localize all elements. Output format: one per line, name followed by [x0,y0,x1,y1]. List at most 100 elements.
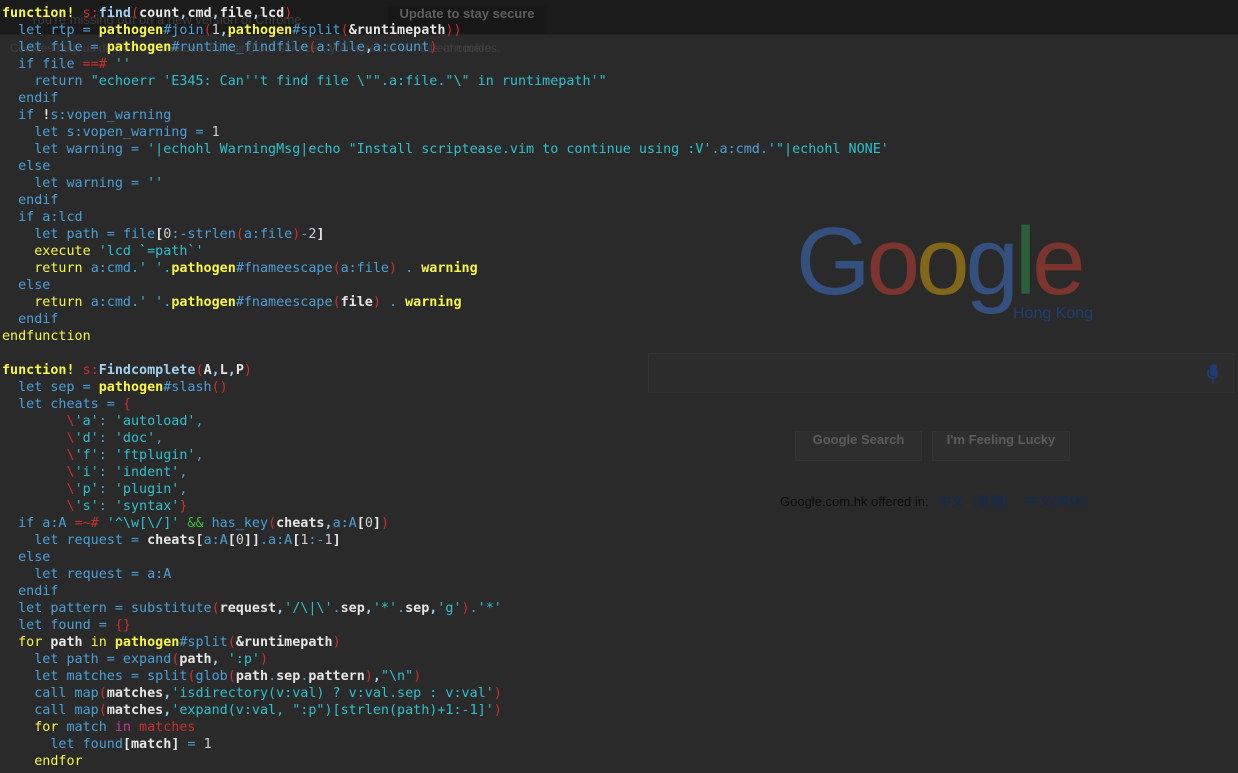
code-token: '' [147,176,164,191]
code-token: a:file [243,227,293,242]
code-token: ( [203,23,212,38]
code-token: 'expand(v:val, ":p")[strlen(path)+1:-1]' [171,703,494,718]
code-token: ) [243,363,252,378]
code-token: ) [461,601,470,616]
code-line: let request = a:A [2,566,1238,583]
code-token: let request = [2,533,148,548]
code-token: \ [2,465,75,480]
code-token: , [211,652,220,667]
code-token: , [195,448,204,463]
code-token: ==# [82,57,107,72]
code-token: #fnameescape [235,261,333,276]
code-line: if !s:vopen_warning [2,107,1238,124]
code-token: path [50,635,83,650]
code-token: ] [332,533,341,548]
code-token: ) [429,40,438,55]
code-token: let rtp = [2,23,99,38]
code-token: in [114,720,131,735]
code-token: file [122,227,156,242]
code-token: : [98,448,115,463]
code-token: ( [332,295,341,310]
code-token: pathogen [106,40,172,55]
code-token: ) [413,669,422,684]
code-line: call map(matches,'isdirectory(v:val) ? v… [2,685,1238,702]
code-token: s: [82,363,99,378]
code-token: a:cmd [90,261,131,276]
code-token: pathogen [227,23,293,38]
code-token: \ [2,482,75,497]
code-token: execute [2,244,99,259]
code-token: endif [2,91,59,106]
code-token: ] [316,227,325,242]
code-token: 'autoload' [114,414,196,429]
code-token: , [227,363,236,378]
code-token: else [2,159,51,174]
code-token: a:file [340,261,389,276]
code-token: 'plugin' [114,482,180,497]
code-token: call map [2,703,99,718]
code-token: matches [106,703,164,718]
code-token: L [219,363,228,378]
code-line: let cheats = { [2,396,1238,413]
code-token: let path = expand [2,652,172,667]
code-token: sep [276,669,301,684]
code-token: .' '. [131,295,172,310]
code-token: pathogen [98,23,164,38]
code-token: function! [2,6,75,21]
code-line: else [2,158,1238,175]
code-line: for match in matches [2,719,1238,736]
code-token: ) [260,652,269,667]
code-line: let matches = split(glob(path.sep.patter… [2,668,1238,685]
code-token: : [98,414,115,429]
vim-code-editor[interactable]: function! s:find(count,cmd,file,lcd) let… [2,5,1238,773]
code-token: sep [340,601,365,616]
code-token: pathogen [114,635,180,650]
code-token: P [235,363,244,378]
code-token: 0 [364,516,373,531]
code-token: : [98,431,115,446]
code-token: ) [380,516,389,531]
code-token: {} [114,618,131,633]
code-token: 'lcd `=path`' [98,244,204,259]
code-token: '^\w[\/]' [98,516,180,531]
code-token: pathogen [171,295,236,310]
code-token: )) [445,23,462,38]
code-token: let sep = [2,380,99,395]
code-token: a:count [372,40,430,55]
code-token: [ [356,516,365,531]
code-line: \'f': 'ftplugin', [2,447,1238,464]
code-token: , [179,482,188,497]
code-token: 1 [203,737,212,752]
code-token: , [219,23,228,38]
code-token: = [179,737,204,752]
code-token: request [219,601,277,616]
code-line: let found = {} [2,617,1238,634]
code-token: endif [2,193,59,208]
code-line: let rtp = pathogen#join(1,pathogen#split… [2,22,1238,39]
code-line: for path in pathogen#split(&runtimepath) [2,634,1238,651]
code-token: 0 [235,533,244,548]
code-line: let found[match] = 1 [2,736,1238,753]
code-token: , [364,40,373,55]
code-token: 'i' [74,465,99,480]
code-token: lcd [260,6,285,21]
code-token: 's' [74,499,99,514]
code-token: , [251,6,260,21]
code-token: &runtimepath [348,23,446,38]
code-token: = [82,40,107,55]
code-token: #split [179,635,228,650]
code-line: let pattern = substitute(request,'/\|\'.… [2,600,1238,617]
code-token: file [219,6,252,21]
code-line: let path = file[0:-strlen(a:file)-2] [2,226,1238,243]
code-line: if file ==# '' [2,56,1238,73]
code-token: let found [2,737,123,752]
code-token: '|echohl WarningMsg|echo "Install script… [147,142,712,157]
code-line: if a:A =~# '^\w[\/]' && has_key(cheats,a… [2,515,1238,532]
code-token: ) [284,6,293,21]
code-line: function! s:find(count,cmd,file,lcd) [2,5,1238,22]
code-token: return [2,261,91,276]
code-token: ) [364,669,373,684]
code-token: let warning = [2,176,148,191]
